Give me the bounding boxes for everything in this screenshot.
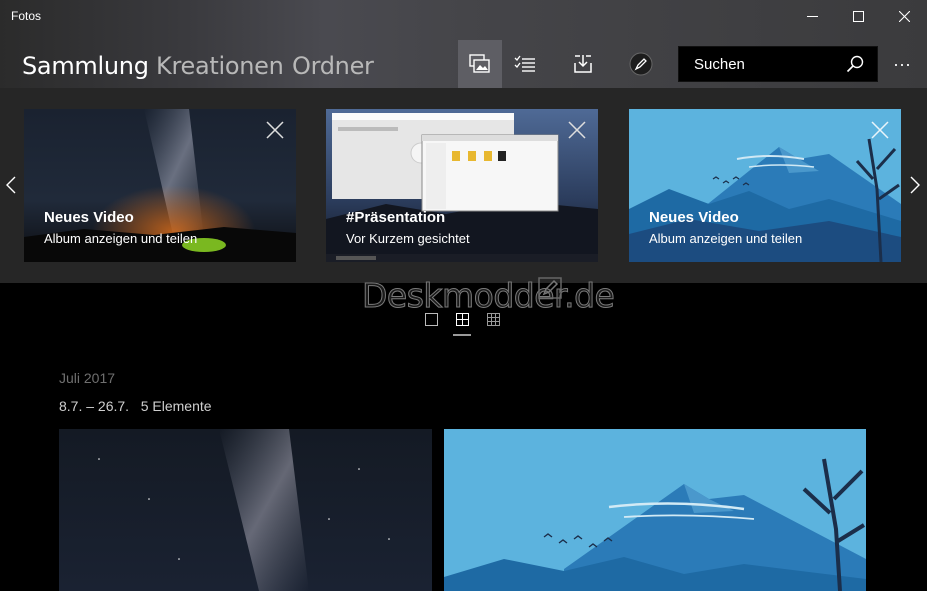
timeline-range: 8.7. – 26.7. 5 Elemente: [59, 398, 212, 414]
slideshow-icon: [469, 54, 490, 73]
import-button[interactable]: [561, 40, 605, 88]
edit-pen-icon: [629, 52, 653, 76]
view-small-icon[interactable]: [486, 312, 502, 328]
carousel-next-button[interactable]: [908, 174, 922, 196]
search-input[interactable]: [679, 47, 839, 81]
chevron-left-icon: [6, 176, 16, 194]
edit-button[interactable]: [619, 40, 663, 88]
view-selected-indicator: [453, 334, 471, 336]
tab-ordner[interactable]: Ordner: [292, 52, 374, 80]
maximize-icon: [852, 10, 864, 22]
more-button[interactable]: ···: [884, 46, 920, 82]
close-icon[interactable]: [568, 121, 586, 139]
item-count: 5 Elemente: [140, 398, 212, 414]
card-subtitle: Vor Kurzem gesichtet: [346, 231, 470, 246]
watermark-text: Deskmodder.de: [361, 276, 615, 316]
carousel-card-video-2[interactable]: Neues Video Album anzeigen und teilen: [629, 109, 901, 262]
close-icon: [898, 10, 910, 22]
close-icon[interactable]: [266, 121, 284, 139]
view-medium-icon[interactable]: [455, 312, 471, 328]
card-title: Neues Video: [44, 209, 134, 226]
carousel-card-presentation[interactable]: #Präsentation Vor Kurzem gesichtet: [326, 109, 598, 262]
tab-sammlung[interactable]: Sammlung: [22, 52, 149, 80]
title-bar: Fotos: [0, 0, 927, 32]
mountain-photo: [444, 429, 866, 591]
maximize-button[interactable]: [835, 0, 881, 32]
header-bar: Fotos Sammlung Kreationen Ordner Suchen …: [0, 0, 927, 88]
photo-thumbnail-mountains[interactable]: [444, 429, 866, 591]
close-icon[interactable]: [871, 121, 889, 139]
card-title: #Präsentation: [346, 209, 446, 226]
photo-thumbnail-milky-way[interactable]: [59, 429, 432, 591]
select-icon: [514, 55, 535, 72]
import-icon: [574, 55, 592, 73]
tab-kreationen[interactable]: Kreationen: [156, 52, 284, 80]
search-box[interactable]: [678, 46, 878, 82]
card-title: Neues Video: [649, 209, 739, 226]
carousel-prev-button[interactable]: [4, 174, 18, 196]
card-subtitle: Album anzeigen und teilen: [44, 231, 198, 246]
minimize-icon: [806, 15, 818, 17]
card-subtitle: Album anzeigen und teilen: [649, 231, 803, 246]
slideshow-button[interactable]: [458, 40, 502, 88]
app-title: Fotos: [11, 9, 42, 23]
creations-carousel: Neues Video Album anzeigen und teilen #P…: [0, 88, 927, 283]
minimize-button[interactable]: [789, 0, 835, 32]
select-button[interactable]: [503, 40, 547, 88]
view-large-icon[interactable]: [424, 312, 440, 328]
date-range: 8.7. – 26.7.: [59, 398, 130, 414]
watermark-pen-icon: [538, 277, 562, 299]
timeline-month: Juli 2017: [59, 370, 116, 386]
milky-way-photo: [59, 429, 432, 591]
close-button[interactable]: [881, 0, 927, 32]
chevron-right-icon: [910, 176, 920, 194]
search-icon[interactable]: [846, 55, 864, 73]
carousel-card-video-1[interactable]: Neues Video Album anzeigen und teilen: [24, 109, 296, 262]
